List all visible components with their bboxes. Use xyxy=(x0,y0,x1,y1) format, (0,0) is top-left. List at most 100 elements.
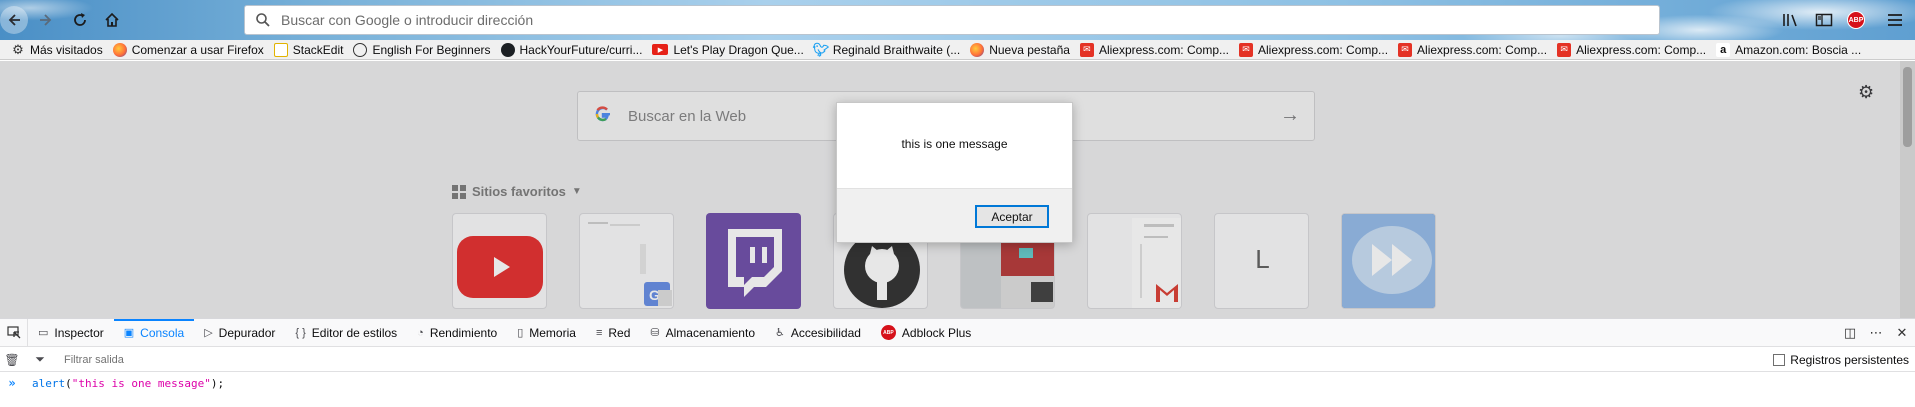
devtools-panel: ▭ Inspector ▣ Consola ▷ Depurador { } Editor… xyxy=(0,318,1915,407)
tab-label: Consola xyxy=(140,325,185,340)
tab-label: Red xyxy=(608,325,631,340)
persist-logs-toggle[interactable]: Registros persistentes xyxy=(1773,353,1909,367)
hamburger-menu-icon xyxy=(1888,14,1902,26)
bookmark-label: Let's Play Dragon Que... xyxy=(673,42,804,57)
bookmark-item[interactable]: ✉ Aliexpress.com: Comp... xyxy=(1234,40,1393,59)
alert-footer: Aceptar xyxy=(837,188,1072,242)
close-devtools-icon[interactable]: ✕ xyxy=(1889,325,1915,341)
bookmark-item[interactable]: ⚙ Más visitados xyxy=(6,40,108,59)
back-arrow-icon xyxy=(8,14,20,26)
more-options-icon[interactable]: ⋯ xyxy=(1863,325,1889,341)
console-filter-bar: 🗑︎ ⏷ Registros persistentes xyxy=(0,348,1915,372)
sidebar-icon xyxy=(1815,13,1833,27)
adblock-plus-button[interactable]: ABP xyxy=(1845,9,1867,31)
sidebar-button[interactable] xyxy=(1813,9,1835,31)
code-string: "this is one message" xyxy=(71,376,211,390)
browser-toolbar: ABP xyxy=(0,0,1915,40)
console-input-line[interactable]: » alert("this is one message"); xyxy=(0,373,1915,393)
url-input[interactable] xyxy=(281,12,1545,28)
bookmark-item[interactable]: HackYourFuture/curri... xyxy=(496,40,648,59)
bookmark-item[interactable]: English For Beginners xyxy=(348,40,495,59)
element-picker-button[interactable] xyxy=(0,318,28,347)
network-icon: ≡ xyxy=(595,326,603,339)
console-input-code[interactable]: alert("this is one message"); xyxy=(32,377,224,390)
twitter-icon: 🐦︎ xyxy=(812,41,830,57)
bookmark-item[interactable]: ✉ Aliexpress.com: Comp... xyxy=(1075,40,1234,59)
tab-label: Inspector xyxy=(54,325,104,340)
url-bar[interactable] xyxy=(244,5,1660,35)
accept-button[interactable]: Aceptar xyxy=(975,205,1049,228)
library-button[interactable] xyxy=(1780,9,1802,31)
tab-label: Editor de estilos xyxy=(311,325,398,340)
accessibility-icon: ♿︎ xyxy=(775,327,785,339)
home-button[interactable] xyxy=(98,6,126,34)
element-picker-icon xyxy=(6,325,20,338)
bookmark-label: StackEdit xyxy=(292,42,344,57)
firefox-icon xyxy=(112,42,127,57)
tab-accessibility[interactable]: ♿︎ Accesibilidad xyxy=(765,319,871,347)
tab-label: Accesibilidad xyxy=(790,325,861,340)
persist-logs-checkbox[interactable] xyxy=(1773,354,1786,366)
bookmark-label: HackYourFuture/curri... xyxy=(519,42,643,57)
performance-icon: ◔ xyxy=(417,326,424,339)
devtools-controls: ◫ ⋯ ✕ xyxy=(1837,319,1915,347)
storage-icon: ⛁ xyxy=(650,327,660,339)
tab-label: Rendimiento xyxy=(429,325,498,340)
filter-funnel-icon: ⏷ xyxy=(35,352,45,366)
aliexpress-icon: ✉ xyxy=(1557,42,1572,57)
alert-message: this is one message xyxy=(901,137,1008,151)
github-icon xyxy=(500,42,515,57)
stackedit-icon xyxy=(273,42,288,57)
gear-icon: ⚙ xyxy=(12,41,24,57)
reload-icon xyxy=(74,13,86,26)
tab-storage[interactable]: ⛁ Almacenamiento xyxy=(640,319,765,347)
bookmark-item[interactable]: Nueva pestaña xyxy=(965,40,1075,59)
bookmark-item[interactable]: ✉ Aliexpress.com: Comp... xyxy=(1552,40,1711,59)
forward-button[interactable] xyxy=(32,6,60,34)
devtools-tabbar: ▭ Inspector ▣ Consola ▷ Depurador { } Editor… xyxy=(0,318,1915,347)
bookmark-item[interactable]: StackEdit xyxy=(269,40,349,59)
amazon-icon: a xyxy=(1716,42,1731,57)
adblock-plus-icon: ABP xyxy=(1847,11,1865,29)
tab-network[interactable]: ≡ Red xyxy=(586,319,640,347)
hamburger-menu-button[interactable] xyxy=(1884,9,1906,31)
bookmark-label: Más visitados xyxy=(30,42,103,57)
style-editor-icon: { } xyxy=(295,326,306,339)
reload-button[interactable] xyxy=(66,6,94,34)
aliexpress-icon: ✉ xyxy=(1398,42,1413,57)
tab-debugger[interactable]: ▷ Depurador xyxy=(194,319,285,347)
bookmark-label: Aliexpress.com: Comp... xyxy=(1576,42,1707,57)
youtube-icon: ▶ xyxy=(652,44,669,55)
bookmark-label: Reginald Braithwaite (... xyxy=(832,42,961,57)
dock-toggle-icon[interactable]: ◫ xyxy=(1837,325,1863,341)
code-function: alert xyxy=(32,376,66,390)
bookmark-item[interactable]: 🐦︎ Reginald Braithwaite (... xyxy=(809,40,965,59)
console-filter-input[interactable] xyxy=(64,353,464,366)
debugger-icon: ▷ xyxy=(204,327,213,339)
tab-adblock-plus[interactable]: ABP Adblock Plus xyxy=(871,319,981,347)
adblock-plus-icon: ABP xyxy=(880,325,896,340)
tab-performance[interactable]: ◔ Rendimiento xyxy=(407,319,507,347)
globe-icon xyxy=(353,42,368,57)
persist-logs-label: Registros persistentes xyxy=(1790,353,1909,367)
bookmark-item[interactable]: a Amazon.com: Boscia ... xyxy=(1711,40,1866,59)
firefox-icon xyxy=(970,42,985,57)
bookmark-item[interactable]: Comenzar a usar Firefox xyxy=(108,40,269,59)
clear-console-trash-icon[interactable]: 🗑︎ xyxy=(0,353,24,367)
tab-style-editor[interactable]: { } Editor de estilos xyxy=(285,319,407,347)
home-icon xyxy=(105,12,119,27)
bookmark-label: Aliexpress.com: Comp... xyxy=(1258,42,1389,57)
alert-dialog: this is one message Aceptar xyxy=(836,102,1073,243)
bookmark-item[interactable]: ▶ Let's Play Dragon Que... xyxy=(647,40,808,59)
code-paren-open: ( xyxy=(65,376,72,390)
aliexpress-icon: ✉ xyxy=(1079,42,1094,57)
bookmark-item[interactable]: ✉ Aliexpress.com: Comp... xyxy=(1393,40,1552,59)
tab-label: Memoria xyxy=(529,325,576,340)
tab-console[interactable]: ▣ Consola xyxy=(113,318,195,347)
bookmarks-toolbar: ⚙ Más visitados Comenzar a usar Firefox S… xyxy=(0,40,1915,60)
back-button[interactable] xyxy=(0,6,28,34)
code-paren-close: ); xyxy=(210,376,225,390)
tab-memory[interactable]: ▯ Memoria xyxy=(507,319,586,347)
tab-inspector[interactable]: ▭ Inspector xyxy=(28,319,114,347)
bookmark-label: English For Beginners xyxy=(372,42,491,57)
